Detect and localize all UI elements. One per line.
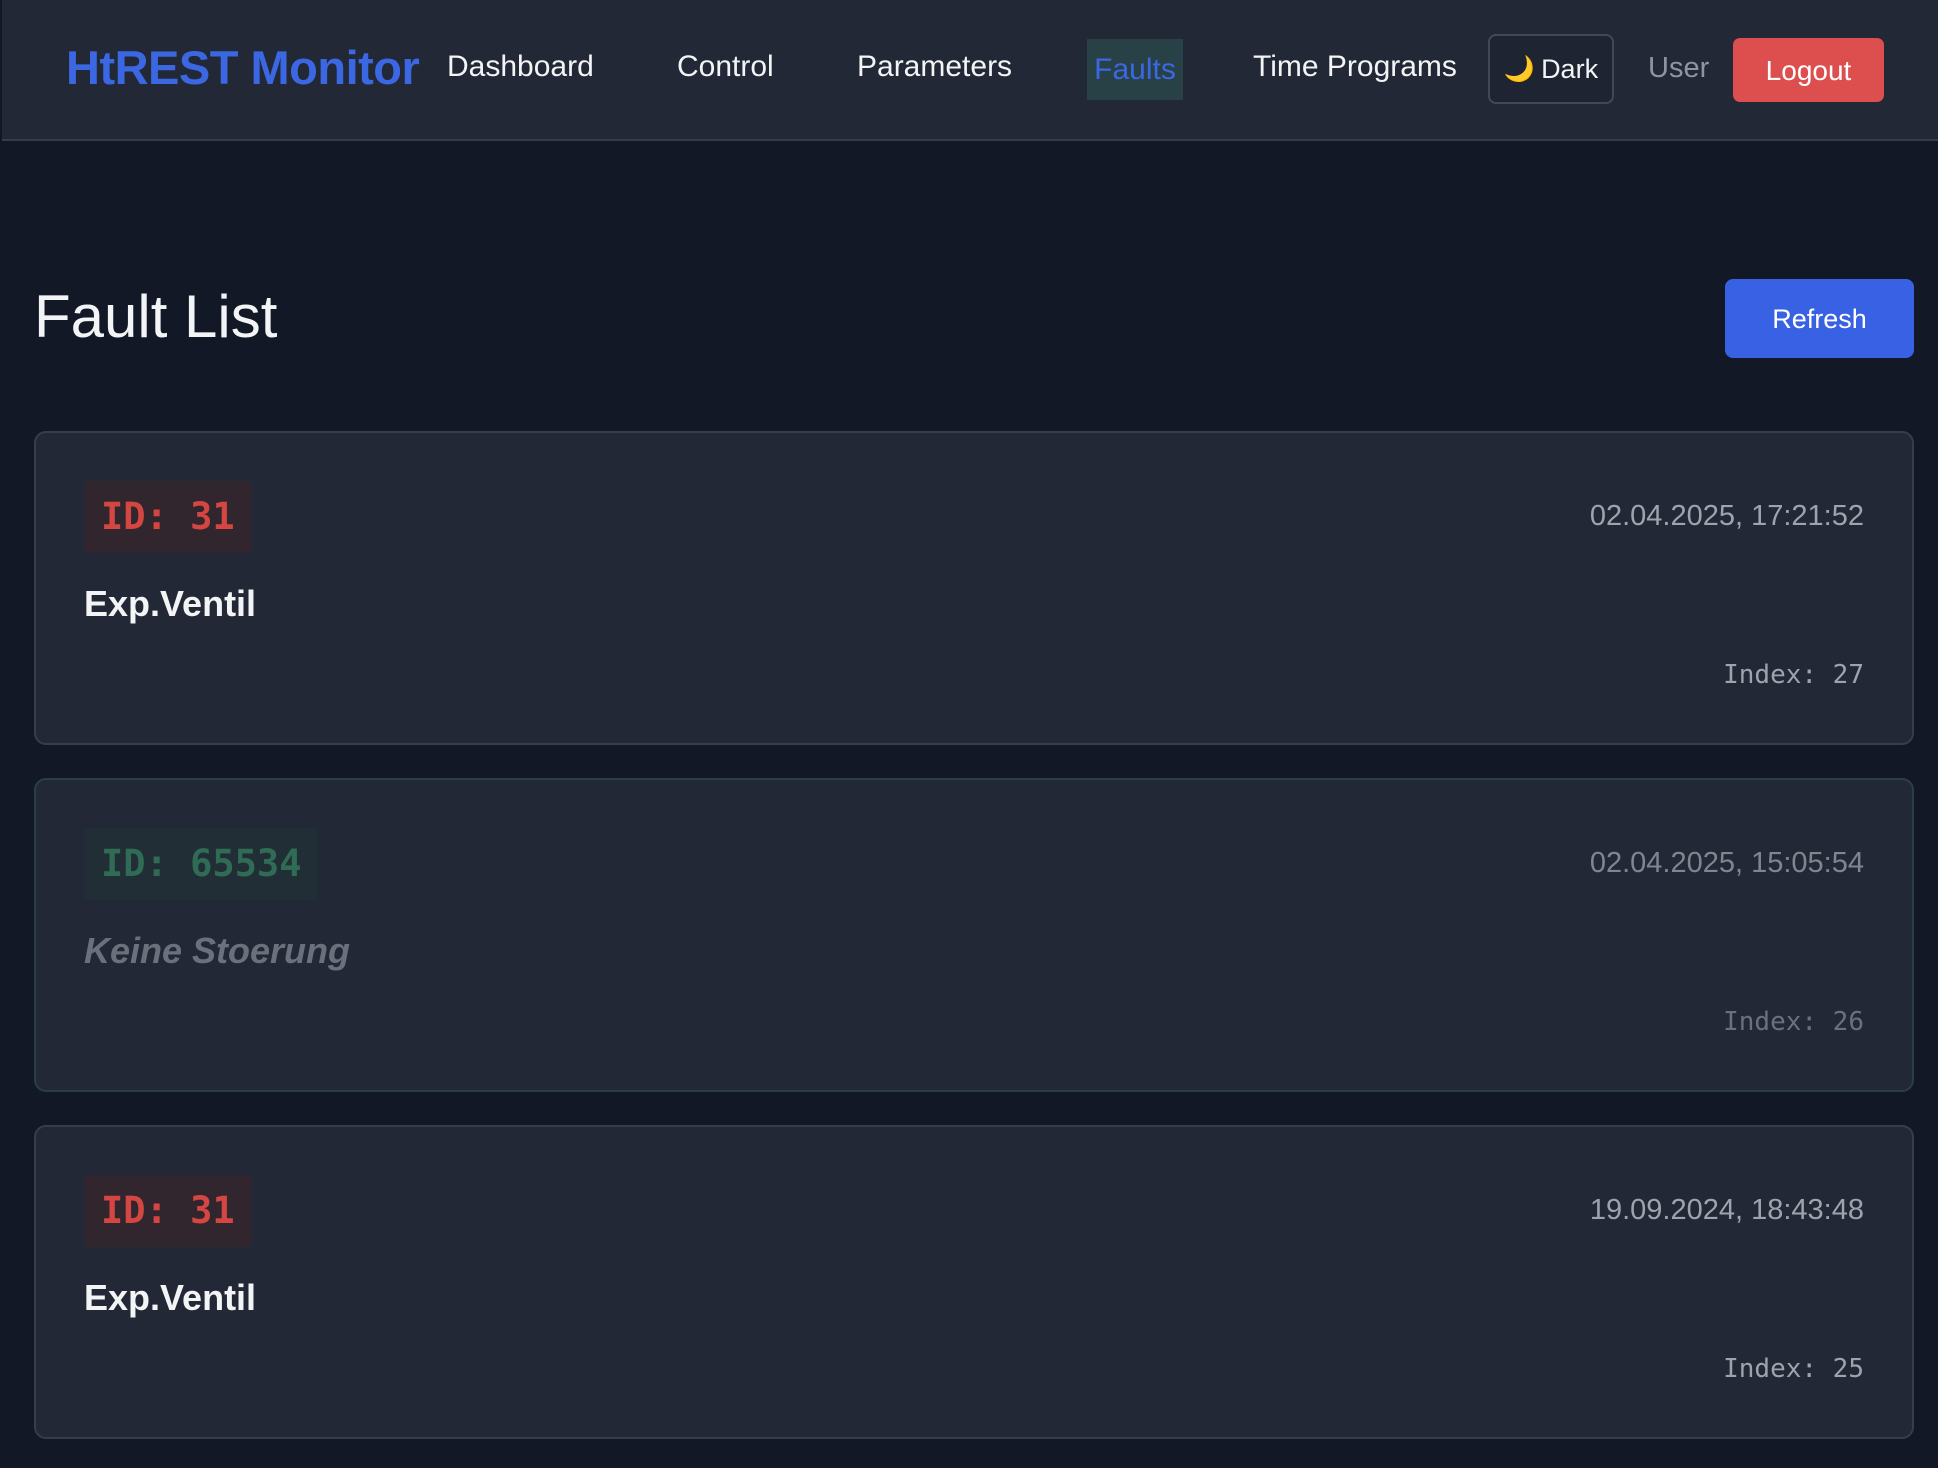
fault-id-badge: ID: 31 (84, 481, 252, 553)
fault-description: Keine Stoerung (84, 930, 351, 971)
fault-id-badge: ID: 65534 (84, 828, 319, 900)
fault-card: ID: 31 02.04.2025, 17:21:52 Exp.Ventil I… (34, 431, 1914, 745)
moon-icon: 🌙 (1503, 54, 1536, 83)
nav-link-control[interactable]: Control (677, 50, 774, 84)
fault-card: ID: 31 19.09.2024, 18:43:48 Exp.Ventil I… (34, 1125, 1914, 1439)
brand-logo[interactable]: HtREST Monitor (66, 40, 420, 95)
top-navbar: HtREST Monitor Dashboard Control Paramet… (2, 0, 1938, 141)
fault-card-no-fault: ID: 65534 02.04.2025, 15:05:54 Keine Sto… (34, 778, 1914, 1092)
nav-link-dashboard[interactable]: Dashboard (447, 50, 594, 84)
theme-toggle-label: Dark (1541, 53, 1599, 84)
fault-index: Index: 27 (1723, 660, 1864, 690)
nav-link-time-programs[interactable]: Time Programs (1253, 50, 1457, 84)
user-label: User (1648, 52, 1710, 84)
fault-id-badge: ID: 31 (84, 1175, 252, 1247)
fault-index: Index: 26 (1723, 1007, 1864, 1037)
theme-toggle-button[interactable]: 🌙 Dark (1488, 34, 1614, 104)
refresh-button[interactable]: Refresh (1725, 279, 1914, 358)
fault-timestamp: 02.04.2025, 17:21:52 (1589, 500, 1864, 532)
nav-link-parameters[interactable]: Parameters (857, 50, 1012, 84)
fault-description: Exp.Ventil (84, 583, 257, 624)
fault-timestamp: 02.04.2025, 15:05:54 (1589, 847, 1864, 879)
fault-timestamp: 19.09.2024, 18:43:48 (1589, 1194, 1864, 1226)
page-title: Fault List (34, 283, 278, 350)
fault-description: Exp.Ventil (84, 1277, 257, 1318)
fault-index: Index: 25 (1723, 1354, 1864, 1384)
logout-button[interactable]: Logout (1733, 38, 1884, 102)
nav-link-faults-active[interactable]: Faults (1087, 39, 1183, 100)
